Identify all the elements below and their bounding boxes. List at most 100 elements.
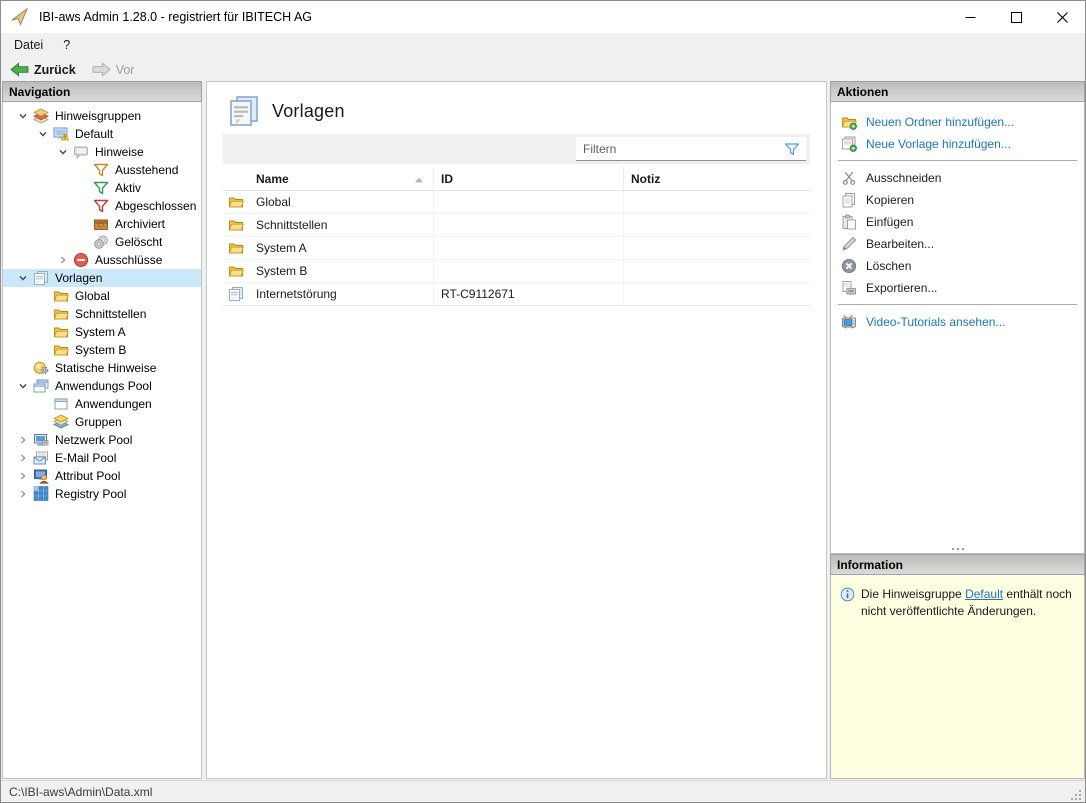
filter-input[interactable]: [576, 142, 784, 156]
tree-item-anwendungen[interactable]: Anwendungen: [3, 395, 201, 413]
chevron-spacer: [73, 215, 93, 233]
folder-plus-icon: [841, 114, 857, 130]
tree-item-default[interactable]: Default: [3, 125, 201, 143]
tree-item-label: Global: [75, 289, 110, 303]
table-row-system-a[interactable]: System A: [223, 237, 810, 260]
column-header-id[interactable]: ID: [434, 167, 624, 190]
table-row-global[interactable]: Global: [223, 191, 810, 214]
filter-input-wrap: [576, 137, 806, 161]
tree-item-hinweise[interactable]: Hinweise: [3, 143, 201, 161]
table-row-system-b[interactable]: System B: [223, 260, 810, 283]
tree-item-e-mail-pool[interactable]: E-Mail Pool: [3, 449, 201, 467]
chevron-down-icon[interactable]: [13, 107, 33, 125]
filter-bar: [223, 134, 810, 164]
back-button[interactable]: Zurück: [3, 60, 83, 79]
tree-item-anwendungs-pool[interactable]: Anwendungs Pool: [3, 377, 201, 395]
column-header-name[interactable]: Name: [249, 167, 434, 190]
action-neue-vorlage-hinzuf-gen[interactable]: Neue Vorlage hinzufügen...: [831, 133, 1084, 155]
tree-item-system-b[interactable]: System B: [3, 341, 201, 359]
chevron-right-icon[interactable]: [13, 485, 33, 503]
tree-item-label: Hinweisgruppen: [55, 109, 141, 123]
action-label: Neuen Ordner hinzufügen...: [866, 115, 1014, 129]
tree-item-aktiv[interactable]: Aktiv: [3, 179, 201, 197]
action-neuen-ordner-hinzuf-gen[interactable]: Neuen Ordner hinzufügen...: [831, 111, 1084, 133]
filter-funnel-icon[interactable]: [784, 141, 800, 157]
tree-item-global[interactable]: Global: [3, 287, 201, 305]
chevron-right-icon[interactable]: [13, 449, 33, 467]
cell-notiz: [624, 260, 810, 282]
cell-id: [434, 214, 624, 236]
tree-item-ausstehend[interactable]: Ausstehend: [3, 161, 201, 179]
tree-item-gel-scht[interactable]: Gelöscht: [3, 233, 201, 251]
action-ausschneiden[interactable]: Ausschneiden: [831, 167, 1084, 189]
chevron-down-icon[interactable]: [13, 377, 33, 395]
table-row-schnittstellen[interactable]: Schnittstellen: [223, 214, 810, 237]
action-bearbeiten[interactable]: Bearbeiten...: [831, 233, 1084, 255]
tree-item-label: Gelöscht: [115, 235, 162, 249]
tree-item-label: Netzwerk Pool: [55, 433, 132, 447]
minimize-button[interactable]: [947, 1, 993, 33]
tree-item-vorlagen[interactable]: Vorlagen: [3, 269, 201, 287]
funnel-orange-icon: [93, 162, 109, 178]
templates-table: NameIDNotiz GlobalSchnittstellenSystem A…: [223, 167, 810, 306]
tree-item-label: Ausschlüsse: [95, 253, 162, 267]
chevron-right-icon[interactable]: [53, 251, 73, 269]
forward-arrow-icon: [92, 62, 111, 77]
folder-icon: [53, 324, 69, 340]
status-file-path: C:\IBI-aws\Admin\Data.xml: [9, 785, 152, 799]
tree-item-ausschl-sse[interactable]: Ausschlüsse: [3, 251, 201, 269]
tree-item-label: Statische Hinweise: [55, 361, 156, 375]
tree-item-statische-hinweise[interactable]: Statische Hinweise: [3, 359, 201, 377]
action-video-tutorials-ansehen[interactable]: Video-Tutorials ansehen...: [831, 311, 1084, 333]
action-einf-gen[interactable]: Einfügen: [831, 211, 1084, 233]
tree-item-abgeschlossen[interactable]: Abgeschlossen: [3, 197, 201, 215]
tree-item-schnittstellen[interactable]: Schnittstellen: [3, 305, 201, 323]
tree-item-netzwerk-pool[interactable]: Netzwerk Pool: [3, 431, 201, 449]
maximize-button[interactable]: [993, 1, 1039, 33]
chevron-down-icon[interactable]: [53, 143, 73, 161]
chevron-right-icon[interactable]: [13, 467, 33, 485]
close-button[interactable]: [1039, 1, 1085, 33]
tree-item-registry-pool[interactable]: Registry Pool: [3, 485, 201, 503]
panel-splitter-handle[interactable]: [831, 546, 1084, 552]
resize-grip[interactable]: [1070, 789, 1083, 802]
funnel-green-icon: [93, 180, 109, 196]
scissors-icon: [841, 170, 857, 186]
forward-button-label: Vor: [116, 63, 135, 77]
paste-icon: [841, 214, 857, 230]
cell-name: System A: [249, 237, 434, 259]
info-icon: [840, 587, 855, 602]
tree-item-hinweisgruppen[interactable]: Hinweisgruppen: [3, 107, 201, 125]
information-message: Die Hinweisgruppe Default enthält noch n…: [861, 586, 1075, 767]
chevron-spacer: [33, 413, 53, 431]
folder-icon: [223, 214, 249, 236]
chevron-down-icon[interactable]: [33, 125, 53, 143]
tree-item-attribut-pool[interactable]: Attribut Pool: [3, 467, 201, 485]
actions-panel: Aktionen Neuen Ordner hinzufügen...Neue …: [830, 81, 1085, 554]
navigation-panel: Navigation HinweisgruppenDefaultHinweise…: [2, 81, 202, 779]
forward-button[interactable]: Vor: [85, 60, 142, 79]
tree-item-label: Attribut Pool: [55, 469, 120, 483]
menu-item-help[interactable]: ?: [53, 35, 80, 55]
table-row-internetst-rung[interactable]: InternetstörungRT-C9112671: [223, 283, 810, 306]
tree-item-system-a[interactable]: System A: [3, 323, 201, 341]
delete-circle-icon: [841, 258, 857, 274]
menu-item-datei[interactable]: Datei: [4, 35, 53, 55]
information-header: Information: [830, 554, 1085, 575]
folder-icon: [223, 191, 249, 213]
tree-item-gruppen[interactable]: Gruppen: [3, 413, 201, 431]
chevron-down-icon[interactable]: [13, 269, 33, 287]
default-group-link[interactable]: Default: [965, 587, 1003, 601]
column-header-notiz[interactable]: Notiz: [624, 167, 810, 190]
action-l-schen[interactable]: Löschen: [831, 255, 1084, 277]
grid-blue-icon: [33, 486, 49, 502]
copy-icon: [841, 192, 857, 208]
action-exportieren[interactable]: Exportieren...: [831, 277, 1084, 299]
tree-item-archiviert[interactable]: Archiviert: [3, 215, 201, 233]
cell-name: Schnittstellen: [249, 214, 434, 236]
chevron-right-icon[interactable]: [13, 431, 33, 449]
chevron-spacer: [33, 323, 53, 341]
chevron-spacer: [33, 287, 53, 305]
tree-item-label: Schnittstellen: [75, 307, 146, 321]
action-kopieren[interactable]: Kopieren: [831, 189, 1084, 211]
